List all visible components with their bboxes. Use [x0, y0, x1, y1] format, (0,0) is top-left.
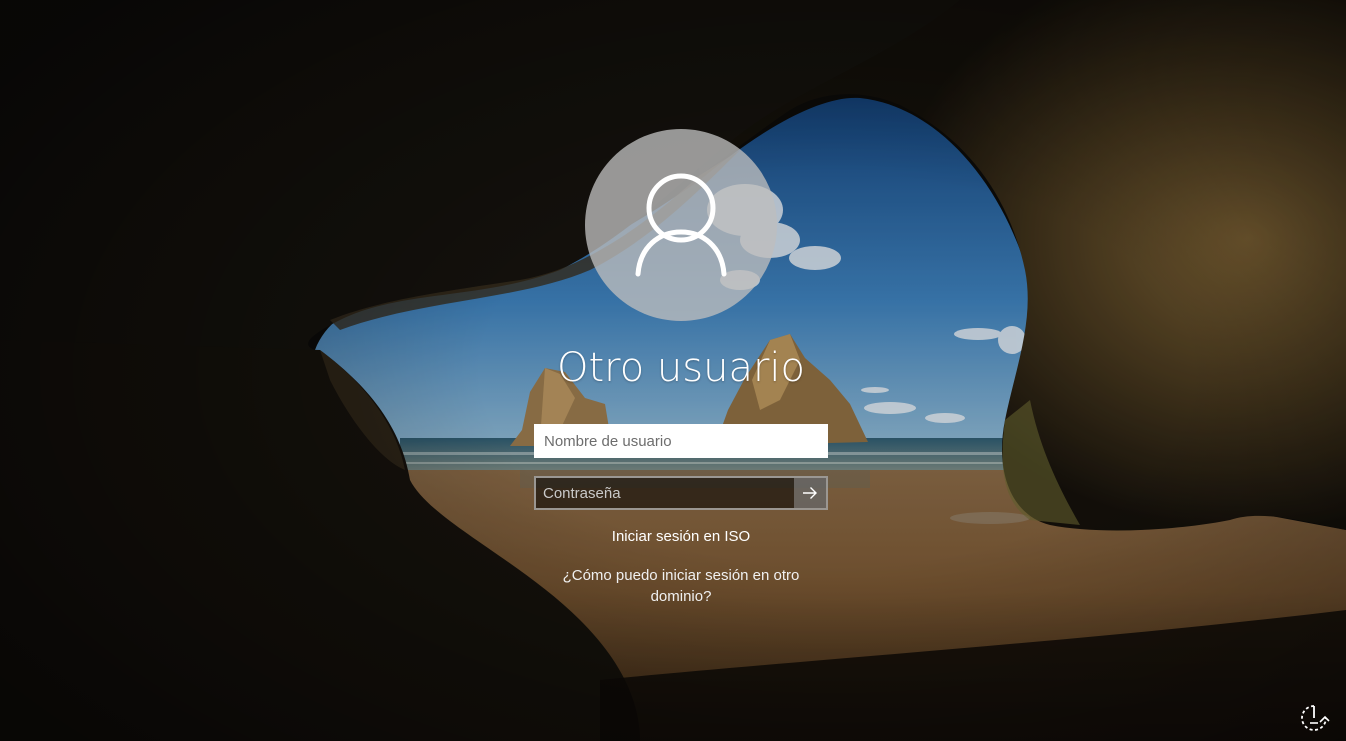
user-display-name: Otro usuario — [556, 345, 805, 391]
power-options-icon[interactable] — [1298, 702, 1330, 734]
user-silhouette-icon — [635, 173, 727, 277]
other-domain-link[interactable]: ¿Cómo puedo iniciar sesión en otro domin… — [551, 565, 811, 607]
sign-in-to-domain-label: Iniciar sesión en ISO — [611, 528, 751, 545]
lock-screen: Otro usuario Iniciar sesión en ISO ¿Cómo… — [0, 0, 1346, 741]
password-input[interactable] — [536, 478, 796, 508]
submit-button[interactable] — [794, 478, 826, 508]
user-avatar — [585, 129, 777, 321]
arrow-right-icon — [803, 487, 817, 499]
username-input[interactable] — [534, 424, 828, 458]
password-field-container — [534, 476, 828, 510]
